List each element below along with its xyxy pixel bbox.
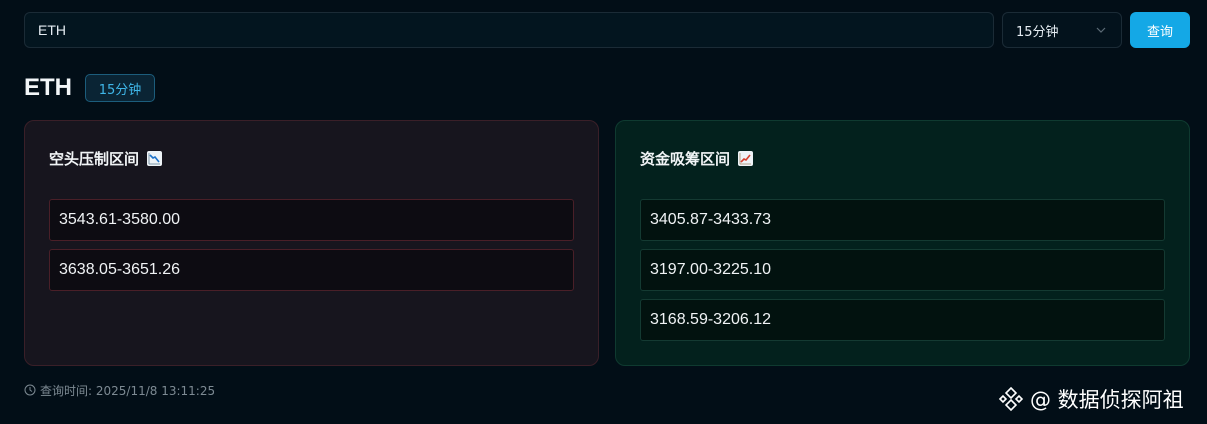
query-time: 查询时间: 2025/11/8 13:11:25 [24,382,215,398]
long-range-2: 3197.00-3225.10 [640,249,1165,291]
short-panel-title: 空头压制区间 [49,148,163,168]
interval-select[interactable]: 15分钟 [1002,12,1122,48]
long-panel-title: 资金吸筹区间 [640,148,754,168]
watermark-text: @ 数据侦探阿祖 [1030,388,1184,412]
query-time-text: 查询时间: 2025/11/8 13:11:25 [40,383,216,398]
interval-select-value: 15分钟 [1016,24,1059,40]
short-panel-title-text: 空头压制区间 [49,149,140,168]
accumulation-panel: 资金吸筹区间 3405.87-3433.73 3197.00-3225.10 3… [615,120,1190,366]
long-range-3: 3168.59-3206.12 [640,299,1165,341]
binance-logo-icon [998,386,1024,412]
long-panel-title-text: 资金吸筹区间 [640,149,731,168]
interval-badge: 15分钟 [85,74,155,102]
short-pressure-panel: 空头压制区间 3543.61-3580.00 3638.05-3651.26 [24,120,599,366]
page-title: ETH [24,74,72,101]
app-frame: 15分钟 查询 ETH 15分钟 空头压制区间 3543.61-3580.00 … [0,0,1207,424]
watermark: @ 数据侦探阿祖 [998,384,1184,414]
short-range-1: 3543.61-3580.00 [49,199,574,241]
symbol-search-input[interactable] [24,12,994,48]
chart-decreasing-icon [147,150,163,166]
clock-icon [24,384,36,396]
query-button[interactable]: 查询 [1130,12,1190,48]
chevron-down-icon [1096,27,1106,33]
short-range-2: 3638.05-3651.26 [49,249,574,291]
long-range-1: 3405.87-3433.73 [640,199,1165,241]
chart-increasing-icon [738,150,754,166]
